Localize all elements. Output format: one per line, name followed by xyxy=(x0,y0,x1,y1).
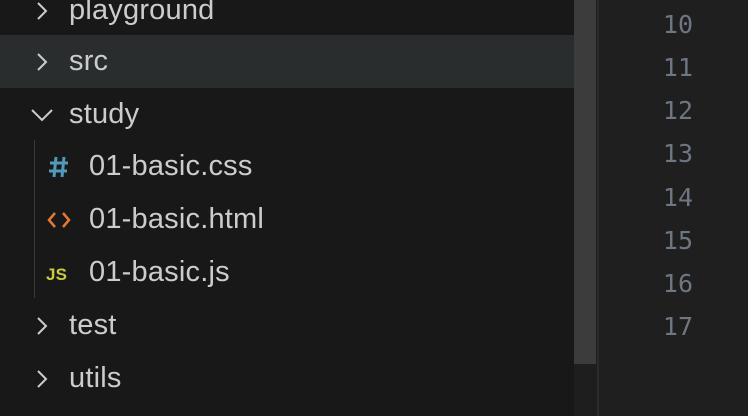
chevron-right-icon xyxy=(30,50,54,74)
svg-text:JS: JS xyxy=(46,265,67,284)
file-row-html[interactable]: 01-basic.html xyxy=(0,193,574,246)
folder-row-test[interactable]: test xyxy=(0,299,574,352)
chevron-right-icon xyxy=(30,0,54,23)
line-number: 11 xyxy=(662,53,693,82)
chevron-down-icon xyxy=(30,103,54,127)
css-hash-icon xyxy=(45,153,73,181)
line-number: 10 xyxy=(662,10,693,39)
html-brackets-icon xyxy=(45,206,73,234)
folder-row-playground[interactable]: playground xyxy=(0,0,574,37)
chevron-right-icon xyxy=(30,367,54,391)
chevron-right-icon xyxy=(30,314,54,338)
line-number: 16 xyxy=(662,269,693,298)
folder-label: test xyxy=(69,309,117,341)
line-number: 15 xyxy=(662,226,693,255)
line-number: 17 xyxy=(662,312,693,341)
file-explorer: playground src study 01-basic.css 01-bas… xyxy=(0,0,574,416)
folder-row-src[interactable]: src xyxy=(0,35,574,88)
js-icon: JS xyxy=(45,259,73,287)
file-label: 01-basic.js xyxy=(89,256,230,288)
folder-label: src xyxy=(69,45,109,77)
file-label: 01-basic.css xyxy=(89,150,253,182)
editor-gutter: 10 11 12 13 14 15 16 17 xyxy=(599,0,748,416)
folder-row-utils[interactable]: utils xyxy=(0,352,574,405)
file-row-css[interactable]: 01-basic.css xyxy=(0,140,574,193)
line-number: 14 xyxy=(662,183,693,212)
folder-label: utils xyxy=(69,362,122,394)
file-label: 01-basic.html xyxy=(89,203,265,235)
vscode-window: playground src study 01-basic.css 01-bas… xyxy=(0,0,748,416)
line-number: 12 xyxy=(662,96,693,125)
file-row-js[interactable]: JS 01-basic.js xyxy=(0,246,574,299)
folder-label: study xyxy=(69,98,140,130)
line-number: 13 xyxy=(662,139,693,168)
explorer-scrollbar-thumb[interactable] xyxy=(574,0,596,364)
folder-row-study[interactable]: study xyxy=(0,88,574,141)
folder-label: playground xyxy=(69,0,215,26)
